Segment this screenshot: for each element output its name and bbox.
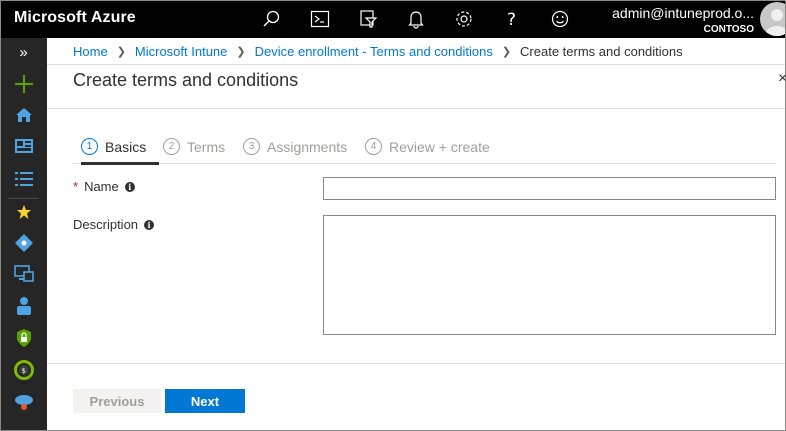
feedback-icon[interactable] (548, 7, 572, 31)
top-bar: Microsoft Azure ? admin@intuneprod.o... … (0, 0, 786, 38)
tab-label: Terms (187, 139, 226, 155)
expand-menu-icon[interactable]: » (0, 38, 47, 66)
security-icon[interactable] (0, 324, 47, 352)
info-icon[interactable]: i (124, 181, 135, 192)
notifications-icon[interactable] (404, 7, 428, 31)
svg-text:?: ? (507, 10, 516, 29)
settings-icon[interactable] (452, 7, 476, 31)
tab-basics[interactable]: 1 Basics (81, 137, 160, 165)
page-title: Create terms and conditions (73, 70, 299, 90)
users-icon[interactable] (0, 292, 47, 320)
directory-filter-icon[interactable] (356, 7, 380, 31)
divider (47, 363, 786, 364)
description-input[interactable] (323, 215, 776, 335)
next-button[interactable]: Next (165, 389, 245, 413)
dashboard-icon[interactable] (0, 132, 47, 160)
previous-button[interactable]: Previous (73, 389, 161, 413)
cloud-icon[interactable] (0, 388, 47, 416)
description-label: Description i (73, 217, 155, 232)
step-number: 1 (81, 138, 98, 155)
all-services-icon[interactable] (0, 165, 47, 193)
divider (47, 64, 786, 65)
tab-review-create[interactable]: 4 Review + create (365, 137, 490, 164)
tab-label: Review + create (389, 139, 490, 155)
create-resource-icon[interactable] (0, 70, 47, 98)
left-nav-rail: » $ (0, 38, 47, 431)
required-marker: * (73, 179, 79, 194)
close-icon[interactable]: × (778, 70, 786, 88)
breadcrumb-intune[interactable]: Microsoft Intune (135, 44, 228, 59)
chevron-right-icon: ❯ (116, 46, 126, 58)
account-user: admin@intuneprod.o... (612, 5, 754, 21)
divider (47, 108, 786, 109)
step-number: 3 (243, 138, 260, 155)
name-input[interactable] (323, 177, 776, 200)
breadcrumb-home[interactable]: Home (73, 44, 108, 59)
step-number: 2 (163, 138, 180, 155)
description-label-text: Description (73, 217, 139, 232)
info-icon[interactable]: i (144, 219, 155, 230)
tab-assignments[interactable]: 3 Assignments (243, 137, 347, 164)
svg-text:$: $ (21, 367, 25, 375)
tab-terms[interactable]: 2 Terms (163, 137, 225, 164)
tab-label: Basics (105, 139, 147, 155)
breadcrumb: Home ❯ Microsoft Intune ❯ Device enrollm… (73, 44, 683, 59)
tab-label: Assignments (267, 139, 348, 155)
favorites-star-icon[interactable] (0, 198, 47, 226)
cost-icon[interactable]: $ (0, 356, 47, 384)
wizard-tabs: 1 Basics 2 Terms 3 Assignments 4 Review … (73, 137, 776, 165)
avatar[interactable] (760, 2, 786, 36)
name-label: * Name i (73, 179, 135, 194)
chevron-right-icon: ❯ (236, 46, 246, 58)
home-icon[interactable] (0, 101, 47, 129)
breadcrumb-current: Create terms and conditions (520, 44, 683, 59)
azure-ad-icon[interactable] (0, 229, 47, 257)
breadcrumb-device-enrollment[interactable]: Device enrollment - Terms and conditions (255, 44, 493, 59)
devices-icon[interactable] (0, 260, 47, 288)
account-menu[interactable]: admin@intuneprod.o... CONTOSO (612, 4, 754, 36)
account-tenant: CONTOSO (703, 24, 754, 35)
help-icon[interactable]: ? (500, 7, 524, 31)
chevron-right-icon: ❯ (501, 46, 512, 58)
name-label-text: Name (84, 179, 119, 194)
search-icon[interactable] (259, 7, 283, 31)
brand-title[interactable]: Microsoft Azure (14, 9, 136, 27)
cloud-shell-icon[interactable] (308, 7, 332, 31)
step-number: 4 (365, 138, 382, 155)
